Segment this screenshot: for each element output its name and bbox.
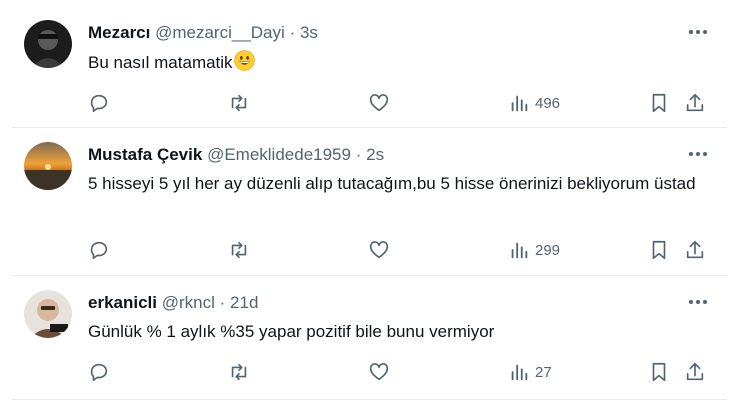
bookmark-button[interactable] [648,360,670,384]
tweet-text-content: Günlük % 1 aylık %35 yapar pozitif bile … [88,322,495,341]
views-button[interactable]: 299 [508,238,560,262]
retweet-button[interactable] [228,238,250,262]
reply-button[interactable] [88,238,110,262]
tweet-actions: 299 [88,238,717,262]
views-count: 496 [535,94,561,112]
like-button[interactable] [368,238,390,262]
display-name[interactable]: erkanicli [88,293,157,312]
like-icon [369,363,389,381]
bookmark-button[interactable] [648,238,670,262]
tweet-text: Günlük % 1 aylık %35 yapar pozitif bile … [88,320,707,344]
display-name[interactable]: Mustafa Çevik [88,145,202,164]
tweet-header: erkanicli @rkncl · 21d [88,292,687,314]
share-button[interactable] [684,238,706,262]
separator: · [289,23,296,42]
tweet-actions: 496 [88,91,717,115]
share-button[interactable] [684,91,706,115]
tweet-text-content: 5 hisseyi 5 yıl her ay düzenli alıp tuta… [88,174,696,193]
timestamp[interactable]: 21d [230,293,258,312]
views-icon [511,364,528,381]
retweet-icon [231,363,247,381]
more-icon[interactable] [683,20,713,44]
avatar[interactable] [24,290,72,338]
tweet-text: Bu nasıl matamatik [88,50,707,78]
share-icon [686,240,704,259]
views-button[interactable]: 27 [508,360,552,384]
retweet-button[interactable] [228,91,250,115]
separator: · [355,145,362,164]
like-icon [369,241,389,259]
bookmark-icon [652,93,666,113]
tweet[interactable]: Mezarcı @mezarci__Dayi · 3s Bu nasıl mat… [12,10,727,128]
retweet-icon [231,94,247,112]
user-handle[interactable]: @rkncl [162,293,215,312]
like-button[interactable] [368,91,390,115]
more-icon[interactable] [683,290,713,314]
tweet-actions: 27 [88,360,717,384]
views-count: 299 [535,241,561,259]
user-handle[interactable]: @Emeklidede1959 [207,145,351,164]
reply-icon [90,94,108,113]
tweet-feed: Mezarcı @mezarci__Dayi · 3s Bu nasıl mat… [0,0,730,420]
tweet[interactable]: Mustafa Çevik @Emeklidede1959 · 2s 5 his… [12,132,727,276]
views-count: 27 [535,363,552,381]
reply-button[interactable] [88,360,110,384]
more-icon[interactable] [683,142,713,166]
avatar[interactable] [24,142,72,190]
grinning-face-emoji [233,50,255,78]
retweet-icon [231,241,247,259]
tweet-text-content: Bu nasıl matamatik [88,53,233,72]
tweet-text: 5 hisseyi 5 yıl her ay düzenli alıp tuta… [88,172,703,196]
share-button[interactable] [684,360,706,384]
avatar[interactable] [24,20,72,68]
reply-icon [90,363,108,382]
bookmark-icon [652,240,666,260]
like-button[interactable] [368,360,390,384]
timestamp[interactable]: 2s [366,145,384,164]
share-icon [686,362,704,381]
timestamp[interactable]: 3s [300,23,318,42]
tweet-header: Mezarcı @mezarci__Dayi · 3s [88,22,687,44]
bookmark-icon [652,362,666,382]
reply-icon [90,241,108,260]
tweet-header: Mustafa Çevik @Emeklidede1959 · 2s [88,144,687,166]
retweet-button[interactable] [228,360,250,384]
views-icon [511,242,528,259]
like-icon [369,94,389,112]
reply-button[interactable] [88,91,110,115]
separator: · [219,293,226,312]
views-icon [511,95,528,112]
views-button[interactable]: 496 [508,91,560,115]
display-name[interactable]: Mezarcı [88,23,150,42]
tweet[interactable]: erkanicli @rkncl · 21d Günlük % 1 aylık … [12,280,727,400]
bookmark-button[interactable] [648,91,670,115]
user-handle[interactable]: @mezarci__Dayi [155,23,285,42]
share-icon [686,93,704,112]
